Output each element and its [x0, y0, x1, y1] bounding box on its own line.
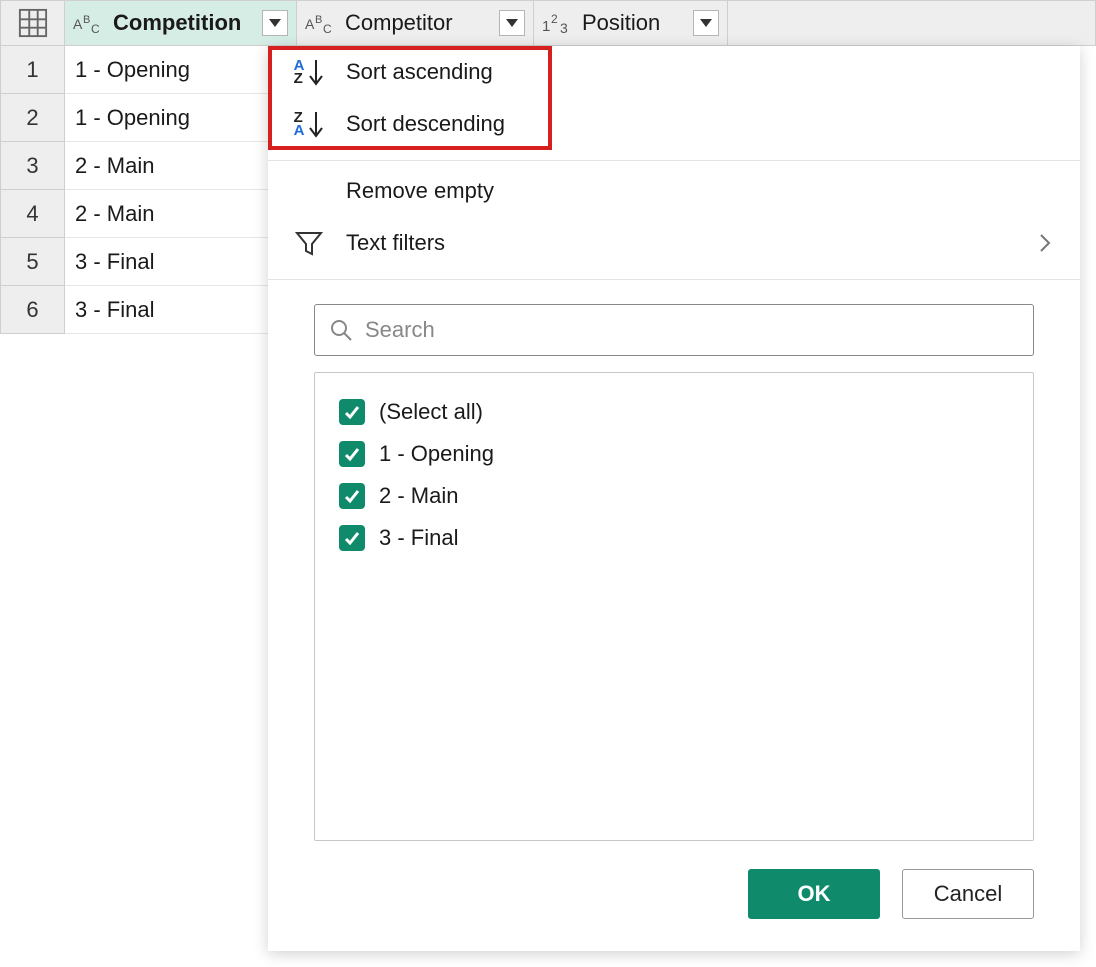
checkbox-checked-icon	[339, 525, 365, 551]
cell[interactable]: 3 - Final	[65, 286, 297, 334]
button-label: Cancel	[934, 881, 1002, 907]
column-label: Position	[582, 10, 687, 36]
row-header[interactable]: 3	[0, 142, 65, 190]
row-header[interactable]: 5	[0, 238, 65, 286]
row-header[interactable]: 6	[0, 286, 65, 334]
column-filter-button[interactable]	[693, 10, 719, 36]
column-filter-button[interactable]	[499, 10, 525, 36]
row-header[interactable]: 1	[0, 46, 65, 94]
column-header-row: A B C Competition A B C Competitor	[0, 0, 1096, 46]
menu-label: Sort descending	[346, 111, 1058, 137]
menu-label: Sort ascending	[346, 59, 1058, 85]
row-header[interactable]: 2	[0, 94, 65, 142]
cell[interactable]: 2 - Main	[65, 142, 297, 190]
remove-empty-item[interactable]: Remove empty	[268, 165, 1080, 217]
svg-text:2: 2	[551, 12, 558, 26]
menu-label: Remove empty	[346, 178, 1058, 204]
checkbox-label: 3 - Final	[379, 525, 458, 551]
column-header-competitor[interactable]: A B C Competitor	[297, 0, 534, 46]
menu-label: Text filters	[346, 230, 1014, 256]
column-label: Competition	[113, 10, 256, 36]
cell[interactable]: 1 - Opening	[65, 94, 297, 142]
text-filters-item[interactable]: Text filters	[268, 217, 1080, 269]
cancel-button[interactable]: Cancel	[902, 869, 1034, 919]
checkbox-checked-icon	[339, 441, 365, 467]
sort-descending-item[interactable]: ZA Sort descending	[268, 98, 1080, 150]
filter-value-checkbox[interactable]: 3 - Final	[339, 517, 1009, 559]
chevron-down-icon	[505, 18, 519, 28]
number-type-icon: 1 2 3	[542, 11, 576, 35]
search-box[interactable]	[314, 304, 1034, 356]
search-icon	[329, 318, 353, 342]
filter-value-checkbox[interactable]: 1 - Opening	[339, 433, 1009, 475]
text-type-icon: A B C	[305, 11, 339, 35]
svg-text:3: 3	[560, 20, 568, 35]
chevron-right-icon	[1032, 232, 1058, 254]
row-header[interactable]: 4	[0, 190, 65, 238]
svg-text:1: 1	[542, 18, 550, 35]
checkbox-label: 2 - Main	[379, 483, 458, 509]
chevron-down-icon	[699, 18, 713, 28]
svg-text:A: A	[305, 16, 315, 32]
search-input[interactable]	[363, 316, 1019, 344]
checkbox-checked-icon	[339, 483, 365, 509]
ok-button[interactable]: OK	[748, 869, 880, 919]
sort-ascending-item[interactable]: AZ Sort ascending	[268, 46, 1080, 98]
svg-text:B: B	[83, 14, 90, 26]
filter-dropdown-panel: AZ Sort ascending ZA Sort descending Rem…	[268, 46, 1080, 951]
dialog-footer: OK Cancel	[268, 841, 1080, 951]
cell[interactable]: 2 - Main	[65, 190, 297, 238]
cell[interactable]: 1 - Opening	[65, 46, 297, 94]
sort-descending-icon: ZA	[294, 110, 325, 138]
sort-ascending-icon: AZ	[294, 58, 325, 86]
checkbox-label: (Select all)	[379, 399, 483, 425]
svg-text:A: A	[73, 16, 83, 32]
cell[interactable]: 3 - Final	[65, 238, 297, 286]
column-header-empty	[728, 0, 1096, 46]
svg-text:C: C	[91, 22, 100, 35]
table-icon	[18, 8, 48, 38]
column-header-competition[interactable]: A B C Competition	[65, 0, 297, 46]
column-label: Competitor	[345, 10, 493, 36]
menu-divider	[268, 160, 1080, 161]
checkbox-checked-icon	[339, 399, 365, 425]
select-all-checkbox[interactable]: (Select all)	[339, 391, 1009, 433]
menu-divider	[268, 279, 1080, 280]
button-label: OK	[798, 881, 831, 907]
checkbox-label: 1 - Opening	[379, 441, 494, 467]
filter-value-checkbox[interactable]: 2 - Main	[339, 475, 1009, 517]
text-type-icon: A B C	[73, 11, 107, 35]
chevron-down-icon	[268, 18, 282, 28]
svg-text:C: C	[323, 22, 332, 35]
column-header-position[interactable]: 1 2 3 Position	[534, 0, 728, 46]
filter-icon	[290, 228, 328, 258]
column-filter-button[interactable]	[262, 10, 288, 36]
svg-text:B: B	[315, 14, 322, 26]
grid-corner-button[interactable]	[0, 0, 65, 46]
filter-values-list[interactable]: (Select all) 1 - Opening 2 - Main 3 - Fi…	[314, 372, 1034, 841]
